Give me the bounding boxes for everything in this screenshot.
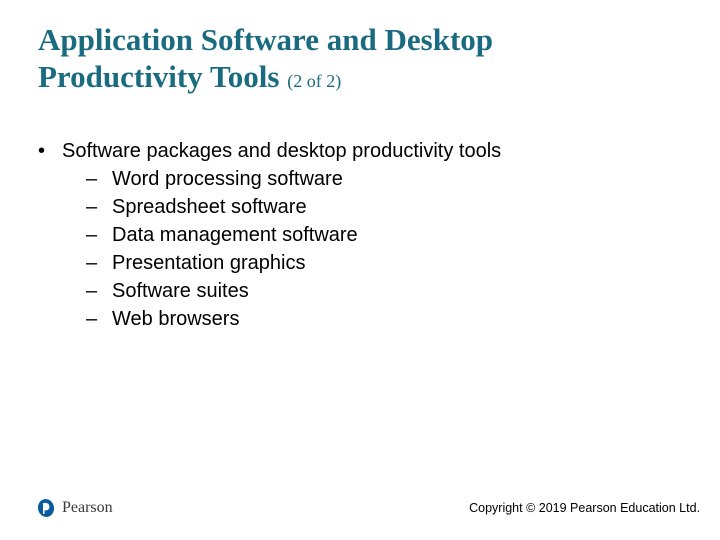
sub-item-text: Web browsers [112,305,239,333]
slide: Application Software and Desktop Product… [0,0,720,540]
footer: Pearson Copyright © 2019 Pearson Educati… [0,498,720,518]
dash-icon: – [86,249,112,277]
dash-icon: – [86,277,112,305]
dash-icon: – [86,193,112,221]
sub-item-text: Software suites [112,277,249,305]
sub-item-text: Spreadsheet software [112,193,307,221]
lead-text: Software packages and desktop productivi… [62,137,682,165]
brand: Pearson [36,498,113,518]
brand-name: Pearson [62,499,113,517]
list-item: – Word processing software [86,165,682,193]
copyright-text: Copyright © 2019 Pearson Education Ltd. [469,501,700,515]
list-item: • Software packages and desktop producti… [38,137,682,165]
slide-content: • Software packages and desktop producti… [38,137,682,333]
sublist: – Word processing software – Spreadsheet… [38,165,682,333]
title-line-1: Application Software and Desktop [38,22,493,57]
sub-item-text: Presentation graphics [112,249,305,277]
slide-title: Application Software and Desktop Product… [38,22,682,95]
title-line-2: Productivity Tools [38,59,279,94]
sub-item-text: Data management software [112,221,358,249]
bullet-icon: • [38,137,62,165]
list-item: – Spreadsheet software [86,193,682,221]
dash-icon: – [86,165,112,193]
dash-icon: – [86,305,112,333]
pearson-logo-icon [36,498,56,518]
list-item: – Software suites [86,277,682,305]
title-pager: (2 of 2) [287,71,341,91]
sub-item-text: Word processing software [112,165,343,193]
dash-icon: – [86,221,112,249]
list-item: – Web browsers [86,305,682,333]
list-item: – Data management software [86,221,682,249]
list-item: – Presentation graphics [86,249,682,277]
